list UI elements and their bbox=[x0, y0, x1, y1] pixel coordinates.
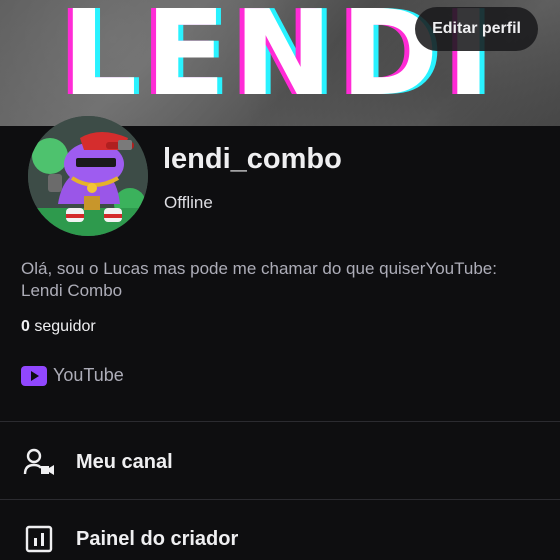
profile-bio: Olá, sou o Lucas mas pode me chamar do q… bbox=[21, 259, 497, 300]
social-link-label: YouTube bbox=[53, 365, 124, 385]
followers-number: 0 bbox=[21, 318, 30, 335]
avatar-image bbox=[28, 116, 148, 236]
followers-count: 0 seguidor bbox=[21, 318, 96, 336]
menu-item-label: Painel do criador bbox=[76, 527, 239, 550]
divider bbox=[0, 421, 560, 422]
profile-status: Offline bbox=[164, 193, 213, 212]
person-camera-icon bbox=[23, 446, 55, 478]
youtube-icon bbox=[21, 365, 47, 386]
edit-profile-button[interactable]: Editar perfil bbox=[415, 7, 538, 51]
avatar[interactable] bbox=[28, 116, 148, 236]
dashboard-chart-icon bbox=[23, 523, 55, 555]
divider bbox=[0, 499, 560, 500]
social-link-youtube[interactable]: YouTube bbox=[21, 365, 124, 386]
menu-item-creator-dashboard[interactable]: Painel do criador bbox=[0, 509, 560, 560]
profile-username: lendi_combo bbox=[163, 143, 342, 175]
menu-item-label: Meu canal bbox=[76, 450, 173, 473]
followers-label: seguidor bbox=[34, 318, 96, 335]
menu-item-my-channel[interactable]: Meu canal bbox=[0, 432, 560, 492]
